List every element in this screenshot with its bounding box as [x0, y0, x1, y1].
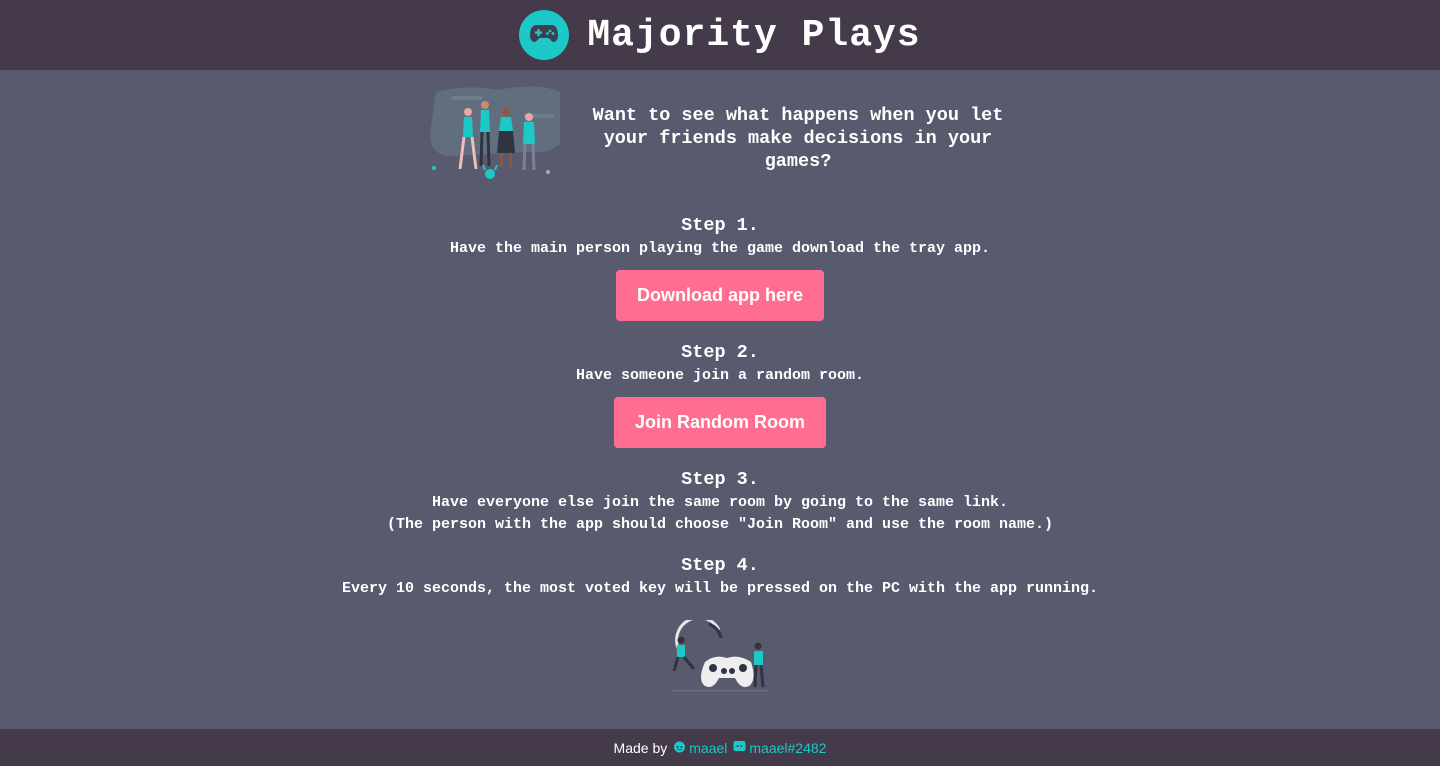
hero: Want to see what happens when you let yo… — [428, 84, 1008, 194]
step-4-description: Every 10 seconds, the most voted key wil… — [341, 580, 1099, 597]
discord-link[interactable]: maael#2482 — [733, 740, 826, 756]
download-app-button[interactable]: Download app here — [615, 270, 825, 321]
step-1-title: Step 1. — [681, 215, 759, 236]
discord-icon — [733, 740, 749, 756]
step-3-title: Step 3. — [681, 469, 759, 490]
friends-illustration — [428, 84, 563, 188]
gamepad-icon — [529, 22, 559, 49]
header: Majority Plays — [0, 0, 1440, 70]
step-3-description: Have everyone else join the same room by… — [431, 494, 1009, 511]
step-4-title: Step 4. — [681, 555, 759, 576]
footer: Made by maael maael#2482 — [0, 729, 1440, 766]
step-1-description: Have the main person playing the game do… — [449, 240, 991, 257]
reddit-handle: maael — [689, 739, 728, 756]
step-2-description: Have someone join a random room. — [575, 367, 865, 384]
join-random-room-button[interactable]: Join Random Room — [614, 397, 826, 448]
reddit-link[interactable]: maael — [673, 740, 727, 756]
brand-title[interactable]: Majority Plays — [587, 14, 920, 57]
gaming-illustration — [669, 616, 771, 694]
steps-section: Step 1. Have the main person playing the… — [0, 214, 1440, 600]
discord-handle: maael#2482 — [749, 739, 827, 756]
logo-badge — [519, 10, 570, 60]
reddit-icon — [673, 740, 689, 756]
hero-tagline: Want to see what happens when you let yo… — [592, 105, 1004, 172]
step-2-title: Step 2. — [681, 342, 759, 363]
step-3-note: (The person with the app should choose "… — [386, 516, 1054, 533]
made-by-label: Made by — [613, 739, 668, 756]
